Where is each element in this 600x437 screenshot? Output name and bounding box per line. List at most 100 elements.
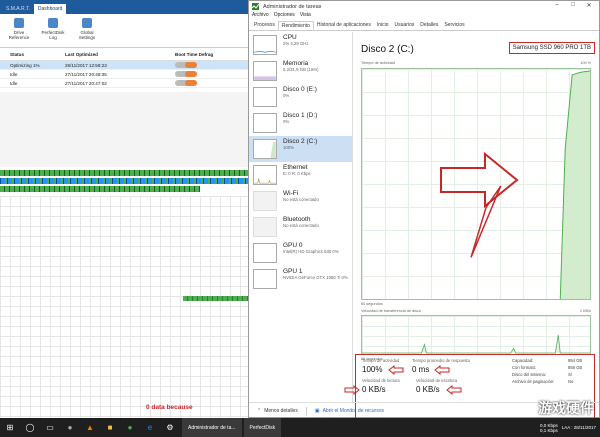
open-resource-monitor-link[interactable]: Abrir el Monitor de recursos bbox=[323, 408, 384, 414]
perfectdisk-log-button[interactable]: PerfectDisk Log bbox=[38, 18, 68, 40]
global-settings-button[interactable]: Global Settings bbox=[72, 18, 102, 40]
active-time-label: Tiempo de actividad bbox=[362, 358, 400, 363]
resource-gpu-1[interactable]: GPU 1 NVIDIA GeForce GTX 1080 Ti 0% bbox=[249, 266, 352, 292]
graph1-time: 60 segundos bbox=[361, 302, 383, 306]
graph1-label: Tiempo de actividad bbox=[361, 61, 395, 65]
active-time-value: 100% bbox=[362, 365, 383, 374]
resource-wifi[interactable]: Wi-Fi No está conectado bbox=[249, 188, 352, 214]
response-time-value: 0 ms bbox=[412, 365, 430, 374]
chevron-up-icon[interactable]: ⌃ bbox=[257, 408, 261, 414]
separator bbox=[305, 406, 307, 415]
tab-smart[interactable]: S.M.A.R.T. bbox=[2, 4, 34, 14]
taskbar: ⊞ ◯ ▭ ● ▲ ■ ● e ⚙ Administrador de ta...… bbox=[0, 418, 600, 437]
disk-detail-panel: Disco 2 (C:) Samsung SSD 960 PRO 1TB Tie… bbox=[344, 32, 599, 426]
capacity-value: 954 GB bbox=[568, 358, 583, 363]
boot-defrag-toggle[interactable] bbox=[175, 79, 197, 86]
resource-sub: 5,2/31,9 GB (16%) bbox=[283, 67, 319, 72]
boot-defrag-toggle[interactable] bbox=[175, 61, 197, 68]
ethernet-thumbnail bbox=[253, 165, 277, 185]
transfer-rate-graph bbox=[361, 315, 591, 355]
paging-file-label: Archivo de paginación: bbox=[512, 379, 555, 384]
taskbar-perfectdisk[interactable]: PerfectDisk bbox=[243, 418, 282, 437]
resource-memoria[interactable]: Memoria 5,2/31,9 GB (16%) bbox=[249, 58, 352, 84]
row-toggle-wrap bbox=[175, 79, 235, 87]
start-icon[interactable]: ⊞ bbox=[0, 418, 20, 437]
task-manager-window: Administrador de tareas – □ ✕ Archivo Op… bbox=[248, 0, 600, 426]
bluetooth-thumbnail bbox=[253, 217, 277, 237]
capacity-label: Capacidad: bbox=[512, 358, 534, 363]
table-row[interactable]: Idle 27/11/2017 20:48:35 bbox=[0, 70, 250, 79]
disk1-thumbnail bbox=[253, 113, 277, 133]
tab-rendimiento[interactable]: Rendimiento bbox=[277, 21, 314, 30]
close-button[interactable]: ✕ bbox=[581, 2, 597, 9]
drive-reference-label: Drive Reference bbox=[8, 30, 30, 40]
row-status: Idle bbox=[10, 71, 18, 77]
resource-disco-2[interactable]: Disco 2 (C:) 100% bbox=[249, 136, 352, 162]
tab-procesos[interactable]: Procesos bbox=[251, 21, 278, 30]
taskbar-task-manager[interactable]: Administrador de ta... bbox=[182, 418, 242, 437]
fewer-details-link[interactable]: Menos detalles bbox=[264, 408, 298, 414]
menu-bar: Archivo Opciones Vista bbox=[249, 12, 599, 21]
resource-text: Bluetooth No está conectado bbox=[283, 216, 319, 229]
gpu0-thumbnail bbox=[253, 243, 277, 263]
resource-bluetooth[interactable]: Bluetooth No está conectado bbox=[249, 214, 352, 240]
resource-gpu-0[interactable]: GPU 0 Intel(R) HD Graphics 630 0% bbox=[249, 240, 352, 266]
chrome-icon[interactable]: ● bbox=[120, 418, 140, 437]
edge-icon[interactable]: e bbox=[140, 418, 160, 437]
read-speed-label: Velocidad de lectura bbox=[362, 378, 400, 383]
row-last: 27/11/2017 20:47:02 bbox=[65, 80, 107, 86]
resource-text: GPU 0 Intel(R) HD Graphics 630 0% bbox=[283, 242, 339, 255]
read-speed-value: 0 KB/s bbox=[362, 385, 386, 394]
drive-reference-button[interactable]: Drive Reference bbox=[4, 18, 34, 40]
drives-table: Status Last Optimized Boot Time Defrag O… bbox=[0, 52, 250, 88]
menu-opciones[interactable]: Opciones bbox=[274, 12, 295, 21]
annotation-arrow bbox=[440, 152, 519, 208]
disk0-thumbnail bbox=[253, 87, 277, 107]
tab-historial[interactable]: Historial de aplicaciones bbox=[314, 21, 374, 30]
menu-archivo[interactable]: Archivo bbox=[252, 12, 269, 21]
resource-disco-1[interactable]: Disco 1 (D:) 0% bbox=[249, 110, 352, 136]
maximize-button[interactable]: □ bbox=[565, 2, 581, 9]
tab-servicios[interactable]: Servicios bbox=[441, 21, 467, 30]
resource-text: Disco 0 (E:) 0% bbox=[283, 86, 317, 99]
clock[interactable]: LAA : 28/11/2017 bbox=[562, 425, 596, 430]
resource-sub: E: 0 R: 0 Kbps bbox=[283, 171, 311, 176]
resource-text: Ethernet E: 0 R: 0 Kbps bbox=[283, 164, 311, 177]
response-time-label: Tiempo promedio de respuesta bbox=[412, 358, 470, 363]
boot-defrag-toggle[interactable] bbox=[175, 70, 197, 77]
vlc-icon[interactable]: ▲ bbox=[80, 418, 100, 437]
col-status: Status bbox=[10, 52, 25, 57]
minimize-button[interactable]: – bbox=[549, 2, 565, 9]
resource-sub: No está conectado bbox=[283, 223, 319, 228]
net-up: 0,0 Kbps bbox=[540, 422, 558, 428]
row-status: Optimizing 1% bbox=[10, 62, 40, 68]
formatted-label: Con formato: bbox=[512, 365, 537, 370]
explorer-icon[interactable]: ■ bbox=[100, 418, 120, 437]
tab-inicio[interactable]: Inicio bbox=[374, 21, 392, 30]
annotation-note: 0 data because bbox=[146, 404, 193, 411]
col-last-optimized: Last Optimized bbox=[65, 52, 98, 57]
row-toggle-wrap bbox=[175, 70, 235, 78]
graph1-max: 100 % bbox=[580, 61, 591, 65]
graph2-max: 1 KB/s bbox=[579, 309, 591, 313]
resource-cpu[interactable]: CPU 2% 4,29 GHz bbox=[249, 32, 352, 58]
disk-model: Samsung SSD 960 PRO 1TB bbox=[508, 42, 595, 54]
resource-ethernet[interactable]: Ethernet E: 0 R: 0 Kbps bbox=[249, 162, 352, 188]
settings-icon[interactable]: ⚙ bbox=[160, 418, 180, 437]
tab-dashboard[interactable]: Dashboard bbox=[33, 4, 67, 14]
tab-usuarios[interactable]: Usuarios bbox=[392, 21, 418, 30]
watermark: 游戏硬件 bbox=[538, 400, 594, 416]
cortana-icon[interactable]: ◯ bbox=[20, 418, 40, 437]
steam-icon[interactable]: ● bbox=[60, 418, 80, 437]
tab-bar: Procesos Rendimiento Historial de aplica… bbox=[249, 21, 599, 31]
table-row[interactable]: Idle 27/11/2017 20:47:02 bbox=[0, 79, 250, 88]
resource-disco-0[interactable]: Disco 0 (E:) 0% bbox=[249, 84, 352, 110]
graph2-label: Velocidad de transferencia de disco bbox=[361, 309, 421, 313]
menu-vista[interactable]: Vista bbox=[300, 12, 311, 21]
task-view-icon[interactable]: ▭ bbox=[40, 418, 60, 437]
disk-map-grid bbox=[0, 196, 250, 418]
perfectdisk-log-label: PerfectDisk Log bbox=[41, 30, 65, 40]
tab-detalles[interactable]: Detalles bbox=[417, 21, 441, 30]
table-row[interactable]: Optimizing 1% 28/11/2017 12:58:23 bbox=[0, 61, 250, 70]
settings-icon bbox=[82, 18, 92, 28]
